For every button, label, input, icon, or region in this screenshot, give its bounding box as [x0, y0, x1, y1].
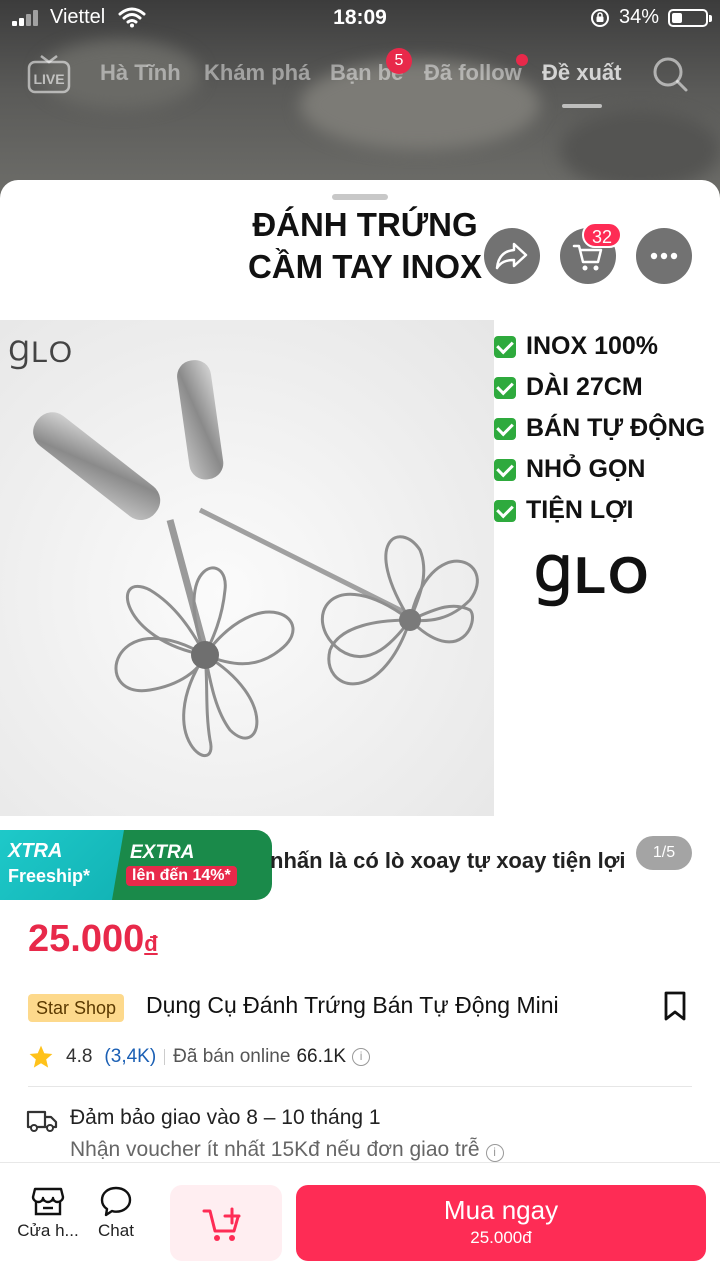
check-icon	[494, 335, 516, 358]
feature-item: DÀI 27CM	[494, 367, 720, 408]
friends-badge: 5	[386, 48, 412, 74]
feature-item: BÁN TỰ ĐỘNG	[494, 408, 720, 449]
buy-now-button[interactable]: Mua ngay 25.000đ	[296, 1185, 706, 1261]
promo-strip[interactable]: XTRA Freeship* EXTRA lên đến 14%* nhấn l…	[0, 830, 720, 900]
info-icon[interactable]: i	[485, 1144, 504, 1162]
notification-dot	[516, 54, 528, 66]
top-nav: LIVE Hà Tĩnh Khám phá Bạn bè 5 Đã follow…	[0, 46, 720, 108]
feature-text: INOX 100%	[526, 332, 659, 360]
price-value: 25.000	[28, 918, 145, 960]
add-to-cart-button[interactable]	[170, 1185, 282, 1261]
shop-badge[interactable]: Star Shop	[28, 994, 125, 1022]
more-button[interactable]	[636, 228, 692, 284]
hero-title: ĐÁNH TRỨNG CẦM TAY INOX	[200, 204, 530, 288]
sold-value: 66.1K	[296, 1046, 347, 1067]
hero-title-line1: ĐÁNH TRỨNG	[252, 206, 478, 243]
voucher-note-text: Nhận voucher ít nhất 15Kđ nếu đơn giao t…	[70, 1138, 480, 1161]
extra-discount-tag	[112, 830, 272, 900]
tab-da-follow[interactable]: Đã follow	[424, 60, 522, 86]
xtra-subtitle: Freeship*	[8, 866, 91, 886]
extra-subtitle: lên đến 14%*	[126, 866, 237, 886]
product-price: 25.000đ	[28, 918, 158, 961]
search-icon[interactable]	[650, 54, 690, 94]
bookmark-icon[interactable]	[662, 990, 688, 1022]
price-currency: đ	[144, 931, 158, 956]
star-icon	[29, 1045, 53, 1068]
rating-row[interactable]: 4.8 (3,4K) Đã bán online 66.1K i	[28, 1042, 371, 1072]
rating-count: (3,4K)	[104, 1046, 157, 1067]
brand-logo-large: ꞬLO	[534, 547, 651, 605]
feature-text: TIỆN LỢI	[526, 496, 634, 524]
more-icon	[650, 252, 678, 260]
delivery-guarantee[interactable]: Đảm bảo giao vào 8 – 10 tháng 1	[70, 1106, 381, 1130]
active-tab-indicator	[562, 104, 602, 108]
live-icon[interactable]: LIVE	[26, 54, 72, 94]
battery-percent: 34%	[619, 6, 660, 28]
feature-text: BÁN TỰ ĐỘNG	[526, 414, 706, 442]
shop-label: Cửa h...	[17, 1221, 79, 1240]
buy-now-price: 25.000đ	[470, 1228, 532, 1247]
section-divider	[28, 1086, 692, 1087]
check-icon	[494, 417, 516, 440]
feature-text: NHỎ GỌN	[526, 455, 646, 483]
shop-button[interactable]: Cửa h...	[16, 1185, 80, 1241]
truck-icon	[26, 1110, 58, 1132]
add-cart-icon	[202, 1207, 241, 1241]
share-button[interactable]	[484, 228, 540, 284]
share-icon	[495, 242, 528, 270]
image-caption: nhấn là có lò xoay tự xoay tiện lợi	[270, 848, 626, 873]
rating-value: 4.8	[66, 1046, 93, 1067]
extra-title: EXTRA	[130, 842, 195, 863]
sold-label: Đã bán online	[173, 1046, 291, 1067]
tab-ha-tinh[interactable]: Hà Tĩnh	[100, 60, 181, 86]
rotation-lock-icon	[591, 9, 609, 27]
battery-icon	[668, 9, 712, 27]
bottom-action-bar: Cửa h... Chat Mua ngay 25.000đ	[0, 1162, 720, 1280]
hero-title-line2: CẦM TAY INOX	[247, 248, 483, 285]
delivery-voucher-note: Nhận voucher ít nhất 15Kđ nếu đơn giao t…	[70, 1138, 504, 1162]
chat-icon	[100, 1186, 132, 1217]
tab-kham-pha[interactable]: Khám phá	[204, 60, 310, 86]
drag-handle[interactable]	[332, 194, 388, 200]
clock: 18:09	[333, 6, 387, 29]
product-title[interactable]: Dụng Cụ Đánh Trứng Bán Tự Động Mini	[146, 992, 646, 1019]
buy-now-label: Mua ngay	[443, 1195, 559, 1225]
feature-list: INOX 100% DÀI 27CM BÁN TỰ ĐỘNG NHỎ GỌN T…	[494, 326, 720, 531]
feature-item: INOX 100%	[494, 326, 720, 367]
feature-item: NHỎ GỌN	[494, 449, 720, 490]
xtra-title: XTRA	[8, 840, 63, 862]
status-bar: Viettel 18:09 34%	[0, 0, 720, 36]
brand-logo-small: ꞬLO	[8, 336, 74, 369]
shop-icon	[31, 1187, 65, 1216]
cart-count-badge: 32	[582, 222, 623, 248]
info-icon[interactable]: i	[352, 1048, 371, 1066]
image-counter: 1/5	[636, 836, 692, 870]
product-image[interactable]	[0, 320, 494, 816]
chat-label: Chat	[98, 1221, 134, 1240]
check-icon	[494, 376, 516, 399]
tab-de-xuat[interactable]: Đề xuất	[542, 60, 621, 86]
screen: Viettel 18:09 34% LIVE Hà Tĩnh Khám phá …	[0, 0, 720, 1280]
product-sheet: ĐÁNH TRỨNG CẦM TAY INOX 32 ꞬLO INOX 100%…	[0, 180, 720, 1280]
divider	[164, 1049, 166, 1065]
check-icon	[494, 458, 516, 481]
whisk-illustration	[33, 360, 479, 758]
svg-text:LIVE: LIVE	[33, 71, 64, 87]
feature-text: DÀI 27CM	[526, 373, 643, 401]
chat-button[interactable]: Chat	[84, 1185, 148, 1241]
feature-item: TIỆN LỢI	[494, 490, 720, 531]
check-icon	[494, 499, 516, 522]
